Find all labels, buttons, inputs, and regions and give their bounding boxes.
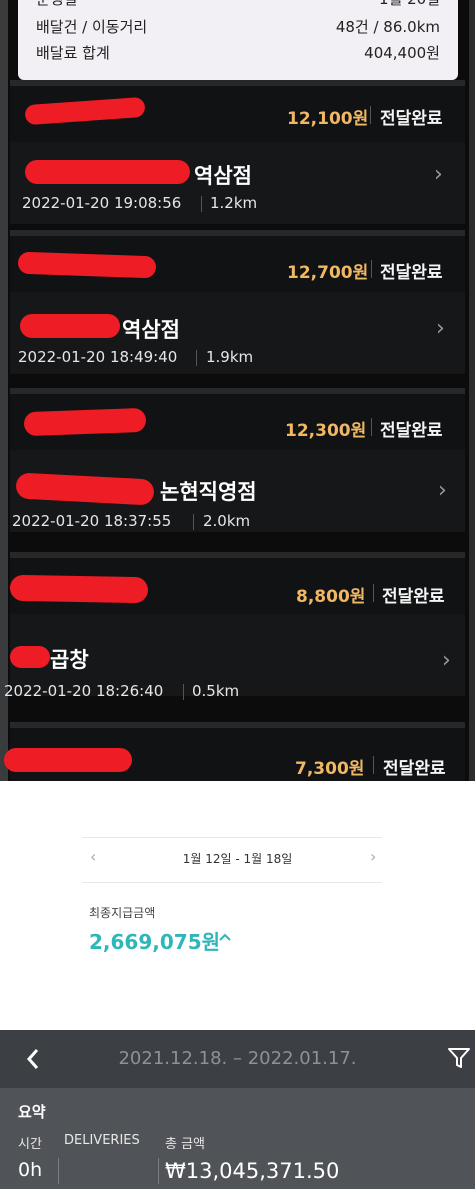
chevron-up-icon[interactable] <box>218 932 232 942</box>
separator <box>371 418 372 436</box>
order-row[interactable]: 역삼점 2022-01-20 18:49:40 1.9km › <box>10 292 465 374</box>
chevron-right-icon[interactable]: › <box>370 847 376 866</box>
section-title: 요약 <box>18 1103 46 1121</box>
week-period: 1월 12일 - 1월 18일 <box>182 852 293 866</box>
summary-row-date: 운행일 1월 20일 <box>36 0 440 10</box>
redaction-mark <box>20 314 120 338</box>
separator <box>201 196 202 212</box>
separator <box>373 584 374 602</box>
separator <box>183 684 184 700</box>
device-frame-left <box>0 0 8 781</box>
redaction-mark <box>25 160 190 184</box>
travel-distance: 2.0km <box>203 512 251 530</box>
order-datetime: 2022-01-20 18:26:40 <box>4 682 164 700</box>
summary-value: 404,400원 <box>364 44 440 62</box>
filter-icon[interactable] <box>447 1047 471 1069</box>
delivery-fee: 8,800원 <box>296 587 366 607</box>
total-amount-value: ₩13,045,371.50 <box>165 1159 340 1183</box>
delivery-fee: 12,100원 <box>287 109 369 129</box>
summary-row-count-distance: 배달건 / 이동거리 48건 / 86.0km <box>36 16 440 38</box>
delivery-status: 전달완료 <box>382 587 445 607</box>
order-datetime: 2022-01-20 18:49:40 <box>18 348 178 366</box>
redaction-mark <box>15 472 155 506</box>
redaction-mark <box>4 748 132 772</box>
separator <box>371 260 372 278</box>
summary-label: 배달료 합계 <box>36 44 110 62</box>
order-datetime: 2022-01-20 19:08:56 <box>22 194 182 212</box>
column-label-time: 시간 <box>18 1137 42 1152</box>
order-header: 12,700원 전달완료 <box>10 236 465 292</box>
summary-value: 48건 / 86.0km <box>335 18 440 36</box>
separator <box>158 1158 159 1184</box>
store-name: 역삼점 <box>194 164 252 188</box>
summary-label: 운행일 <box>36 0 77 9</box>
column-label-total: 총 금액 <box>165 1137 206 1152</box>
store-name: 논현직영점 <box>160 480 257 504</box>
order-datetime: 2022-01-20 18:37:55 <box>12 512 172 530</box>
redaction-mark <box>17 251 157 279</box>
time-value: 0h <box>18 1159 43 1181</box>
chevron-right-icon[interactable]: › <box>438 478 447 503</box>
delivery-fee: 7,300원 <box>295 759 365 779</box>
store-name: 역삼점 <box>122 318 180 342</box>
travel-distance: 1.2km <box>210 194 258 212</box>
redaction-mark <box>24 96 146 126</box>
delivery-status: 전달완료 <box>380 421 443 441</box>
order-header: 12,100원 전달완료 <box>10 86 465 142</box>
separator <box>58 1158 59 1184</box>
delivery-status: 전달완료 <box>380 109 443 129</box>
order-header: 8,800원 전달완료 <box>9 558 465 614</box>
redaction-mark <box>9 574 149 604</box>
device-frame-right <box>469 0 475 781</box>
separator <box>196 350 197 366</box>
redaction-mark <box>10 646 50 668</box>
divider <box>82 837 382 838</box>
history-header-bar: 2021.12.18. – 2022.01.17. <box>0 1030 475 1088</box>
history-summary: 요약 시간 DELIVERIES 총 금액 0h ₩13,045,371.50 <box>0 1088 475 1189</box>
total-payout-label: 최종지급금액 <box>89 906 156 920</box>
daily-summary-card: 운행일 1월 20일 배달건 / 이동거리 48건 / 86.0km 배달료 합… <box>18 0 458 80</box>
column-label-deliveries: DELIVERIES <box>64 1133 140 1148</box>
order-row[interactable]: 역삼점 2022-01-20 19:08:56 1.2km › <box>10 142 465 224</box>
summary-row-fee-total: 배달료 합계 404,400원 <box>36 42 440 64</box>
separator <box>193 514 194 530</box>
separator <box>373 756 374 774</box>
order-header: 7,300원 전달완료 <box>4 728 465 781</box>
order-row[interactable]: 논현직영점 2022-01-20 18:37:55 2.0km › <box>10 450 465 532</box>
travel-distance: 1.9km <box>206 348 254 366</box>
date-range[interactable]: 2021.12.18. – 2022.01.17. <box>0 1048 475 1069</box>
order-header: 12,300원 전달완료 <box>10 394 465 450</box>
delivery-status: 전달완료 <box>380 263 443 283</box>
chevron-right-icon[interactable]: › <box>436 316 445 341</box>
delivery-fee: 12,300원 <box>285 421 367 441</box>
delivery-list-screen: 운행일 1월 20일 배달건 / 이동거리 48건 / 86.0km 배달료 합… <box>0 0 475 781</box>
delivery-status: 전달완료 <box>383 759 446 779</box>
divider <box>82 882 382 883</box>
chevron-right-icon[interactable]: › <box>442 648 451 673</box>
order-row[interactable]: 곱창 2022-01-20 18:26:40 0.5km › <box>4 614 465 700</box>
travel-distance: 0.5km <box>192 682 240 700</box>
redaction-mark <box>23 407 147 437</box>
chevron-right-icon[interactable]: › <box>434 162 443 187</box>
total-payout-value: 2,669,075원 <box>89 930 221 954</box>
summary-value: 1월 20일 <box>379 0 440 9</box>
store-name: 곱창 <box>50 648 89 672</box>
delivery-fee: 12,700원 <box>287 263 369 283</box>
separator <box>370 106 371 124</box>
summary-label: 배달건 / 이동거리 <box>36 18 148 36</box>
weekly-payout-panel: ‹ 1월 12일 - 1월 18일 › 최종지급금액 2,669,075원 <box>0 781 475 1030</box>
